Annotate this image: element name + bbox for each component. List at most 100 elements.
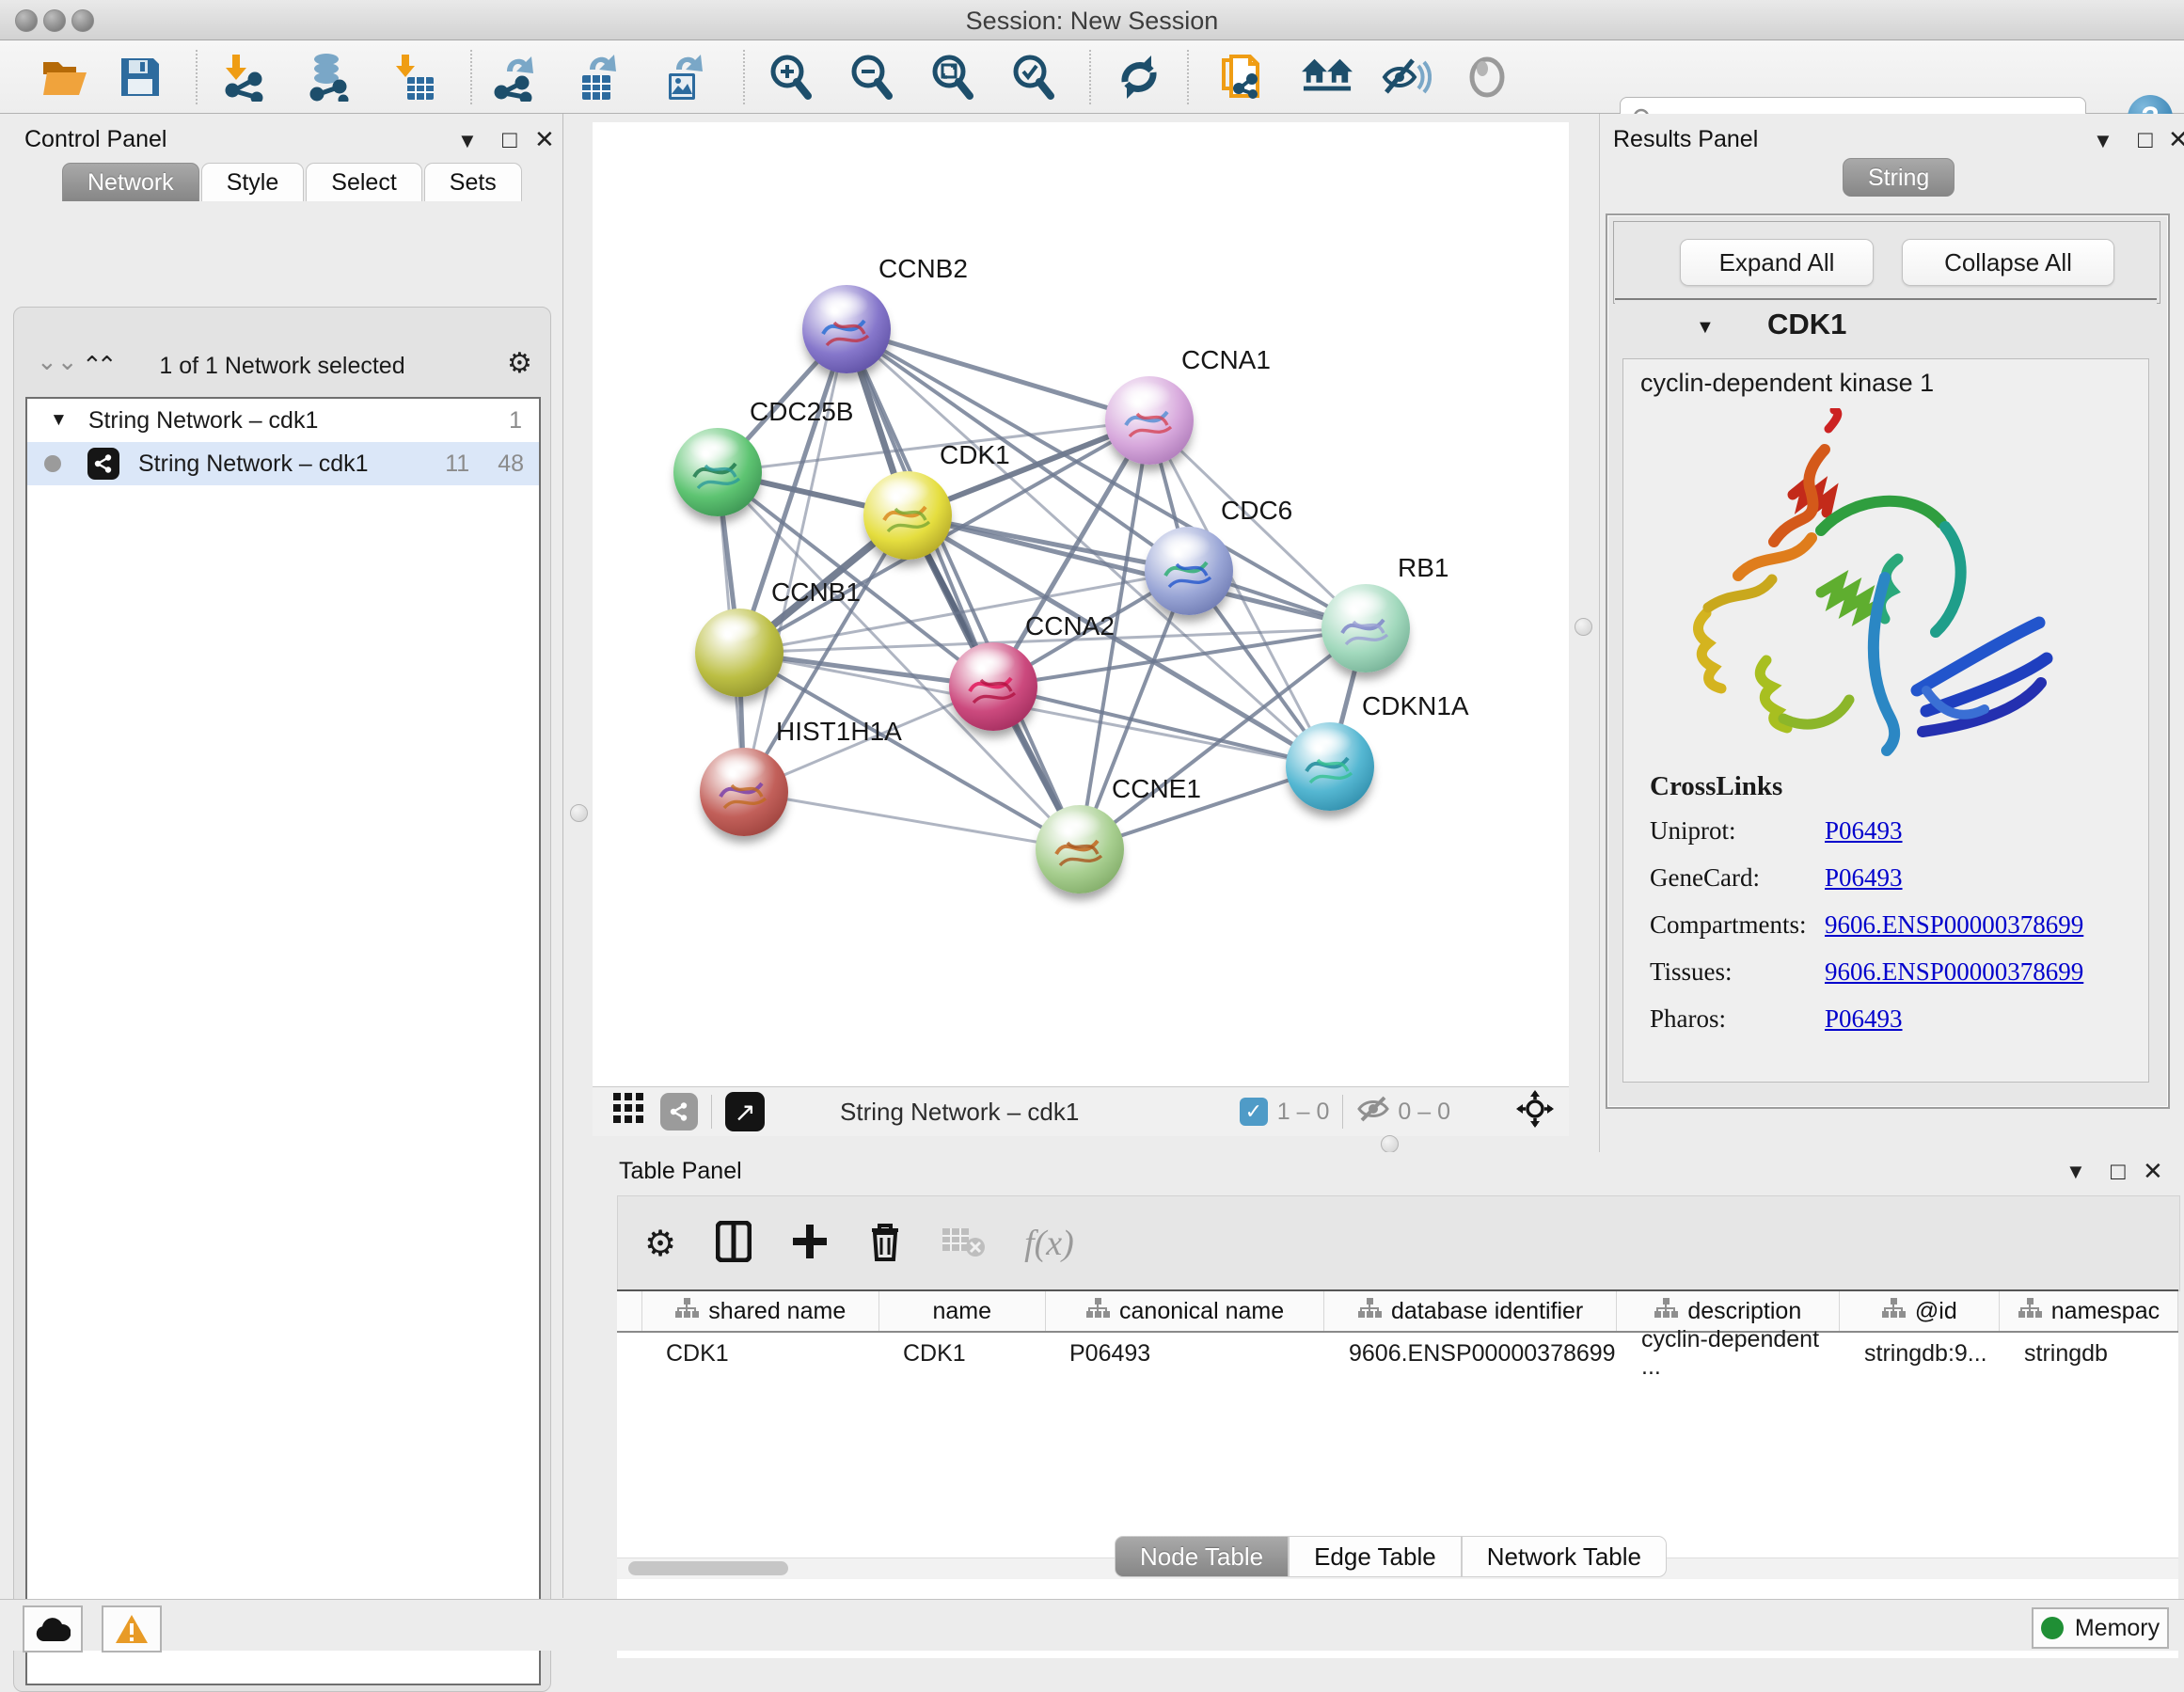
memory-status-dot-icon <box>2041 1617 2064 1639</box>
panel-menu-icon[interactable]: ▼ <box>457 129 478 153</box>
memory-button[interactable]: Memory <box>2032 1607 2169 1649</box>
panel-float-icon[interactable]: □ <box>502 125 517 154</box>
results-panel-title: Results Panel <box>1613 126 1758 153</box>
tab-node-table[interactable]: Node Table <box>1115 1536 1289 1577</box>
copy-network-icon[interactable] <box>1217 52 1268 103</box>
node-label-cdc25b: CDC25B <box>750 397 853 427</box>
warning-status-button[interactable] <box>102 1605 162 1652</box>
network-canvas[interactable]: CCNB2 CCNA1 CDC25B CDK1 CDC6 RB1CCNB1 CC… <box>593 122 1569 1086</box>
protein-node-ccnb2[interactable] <box>802 285 891 373</box>
table-options-gear-icon[interactable]: ⚙ <box>644 1223 676 1265</box>
zoom-in-icon[interactable] <box>766 52 816 103</box>
table-cell[interactable]: P06493 <box>1045 1333 1324 1374</box>
show-columns-icon[interactable] <box>716 1221 752 1267</box>
import-table-icon[interactable] <box>388 52 438 103</box>
crosslink-value-link[interactable]: P06493 <box>1825 863 1903 893</box>
hide-selected-icon[interactable] <box>1381 52 1432 103</box>
protein-node-ccna1[interactable] <box>1105 376 1194 465</box>
results-buttons-box: Expand All Collapse All <box>1613 221 2160 304</box>
node-count: 11 <box>445 451 469 478</box>
column-header-description[interactable]: description <box>1617 1291 1840 1331</box>
export-image-icon[interactable] <box>658 52 709 103</box>
tab-sets[interactable]: Sets <box>424 163 522 201</box>
protein-node-cdk1[interactable] <box>863 471 952 560</box>
toolbar-separator <box>470 50 472 104</box>
refresh-icon[interactable] <box>1114 52 1164 103</box>
zoom-out-icon[interactable] <box>847 52 897 103</box>
tab-string[interactable]: String <box>1843 158 1955 197</box>
collapse-arrow-icon[interactable]: ▼ <box>50 410 68 431</box>
zoom-selected-icon[interactable] <box>1008 52 1059 103</box>
scrollbar-thumb[interactable] <box>628 1561 788 1575</box>
create-column-icon[interactable] <box>791 1223 829 1265</box>
panel-float-icon[interactable]: □ <box>2111 1157 2126 1186</box>
left-splitter-handle[interactable] <box>570 804 588 822</box>
save-session-icon[interactable] <box>115 52 166 103</box>
network-options-gear-icon[interactable]: ⚙ <box>507 347 532 380</box>
protein-node-ccna2[interactable] <box>949 642 1037 731</box>
table-cell[interactable]: CDK1 <box>878 1333 1045 1374</box>
network-view-title: String Network – cdk1 <box>840 1098 1079 1127</box>
column-header-shared-name[interactable]: shared name <box>642 1291 879 1331</box>
table-cell[interactable]: stringdb:9... <box>1840 1333 2000 1374</box>
table-cell[interactable]: CDK1 <box>641 1333 878 1374</box>
crosslink-row: Pharos: P06493 <box>1650 1004 2148 1034</box>
tab-select[interactable]: Select <box>306 163 421 201</box>
right-splitter-handle[interactable] <box>1575 618 1592 636</box>
panel-float-icon[interactable]: □ <box>2138 125 2153 154</box>
export-table-icon[interactable] <box>574 52 625 103</box>
cloud-status-button[interactable] <box>23 1605 83 1652</box>
protein-node-hist1h1a[interactable] <box>700 748 788 836</box>
table-row[interactable]: CDK1CDK1P064939606.ENSP00000378699cyclin… <box>617 1333 2178 1374</box>
panel-close-icon[interactable]: ✕ <box>534 125 555 154</box>
import-network-database-icon[interactable] <box>303 52 354 103</box>
tab-style[interactable]: Style <box>201 163 305 201</box>
protein-node-rb1[interactable] <box>1321 584 1410 672</box>
crosslink-value-link[interactable]: P06493 <box>1825 1004 1903 1034</box>
crosslink-row: Tissues: 9606.ENSP00000378699 <box>1650 957 2148 987</box>
table-cell[interactable]: stringdb <box>2000 1333 2178 1374</box>
tab-network[interactable]: Network <box>62 163 199 201</box>
crosslink-row: GeneCard: P06493 <box>1650 863 2148 893</box>
birds-eye-toggle-icon[interactable] <box>1516 1090 1554 1134</box>
home-network-icon[interactable] <box>1302 52 1353 103</box>
grid-view-icon[interactable] <box>613 1093 645 1131</box>
import-network-file-icon[interactable] <box>218 52 269 103</box>
selected-checkbox-icon[interactable]: ✓ <box>1240 1098 1268 1126</box>
crosslink-value-link[interactable]: 9606.ENSP00000378699 <box>1825 910 2083 940</box>
table-cell[interactable]: 9606.ENSP00000378699 <box>1324 1333 1617 1374</box>
network-collection-row[interactable]: ▼ String Network – cdk1 1 <box>27 399 539 442</box>
open-session-icon[interactable] <box>40 52 90 103</box>
expand-all-button[interactable]: Expand All <box>1680 239 1874 286</box>
column-header-database-identifier[interactable]: database identifier <box>1324 1291 1617 1331</box>
zoom-fit-icon[interactable] <box>927 52 978 103</box>
network-thumbnail-icon[interactable] <box>660 1093 698 1131</box>
panel-menu-icon[interactable]: ▼ <box>2065 1160 2086 1184</box>
export-network-icon[interactable] <box>489 52 540 103</box>
detach-view-icon[interactable]: ↗ <box>725 1092 765 1131</box>
tab-network-table[interactable]: Network Table <box>1462 1536 1667 1577</box>
delete-column-icon[interactable] <box>868 1221 902 1267</box>
panel-close-icon[interactable]: ✕ <box>2168 125 2184 154</box>
crosslink-value-link[interactable]: 9606.ENSP00000378699 <box>1825 957 2083 987</box>
panel-menu-icon[interactable]: ▼ <box>2093 129 2113 153</box>
column-header-namespac[interactable]: namespac <box>2000 1291 2178 1331</box>
protein-node-cdc6[interactable] <box>1145 527 1233 615</box>
column-header-canonical-name[interactable]: canonical name <box>1046 1291 1325 1331</box>
protein-node-ccnb1[interactable] <box>695 609 783 697</box>
panel-close-icon[interactable]: ✕ <box>2143 1157 2163 1186</box>
column-header--id[interactable]: @id <box>1840 1291 2000 1331</box>
gene-collapse-arrow-icon[interactable]: ▼ <box>1696 317 1715 339</box>
collapse-all-button[interactable]: Collapse All <box>1902 239 2114 286</box>
bottom-splitter-handle[interactable] <box>1381 1135 1399 1153</box>
tab-edge-table[interactable]: Edge Table <box>1289 1536 1462 1577</box>
memory-label: Memory <box>2075 1615 2160 1642</box>
protein-node-cdc25b[interactable] <box>673 428 762 516</box>
protein-node-ccne1[interactable] <box>1036 805 1124 893</box>
show-eye-icon[interactable] <box>1462 52 1512 103</box>
table-cell[interactable]: cyclin-dependent ... <box>1617 1333 1840 1374</box>
protein-node-cdkn1a[interactable] <box>1286 722 1374 811</box>
column-header-name[interactable]: name <box>879 1291 1046 1331</box>
network-row-selected[interactable]: String Network – cdk1 11 48 <box>27 442 539 485</box>
crosslink-value-link[interactable]: P06493 <box>1825 816 1903 846</box>
